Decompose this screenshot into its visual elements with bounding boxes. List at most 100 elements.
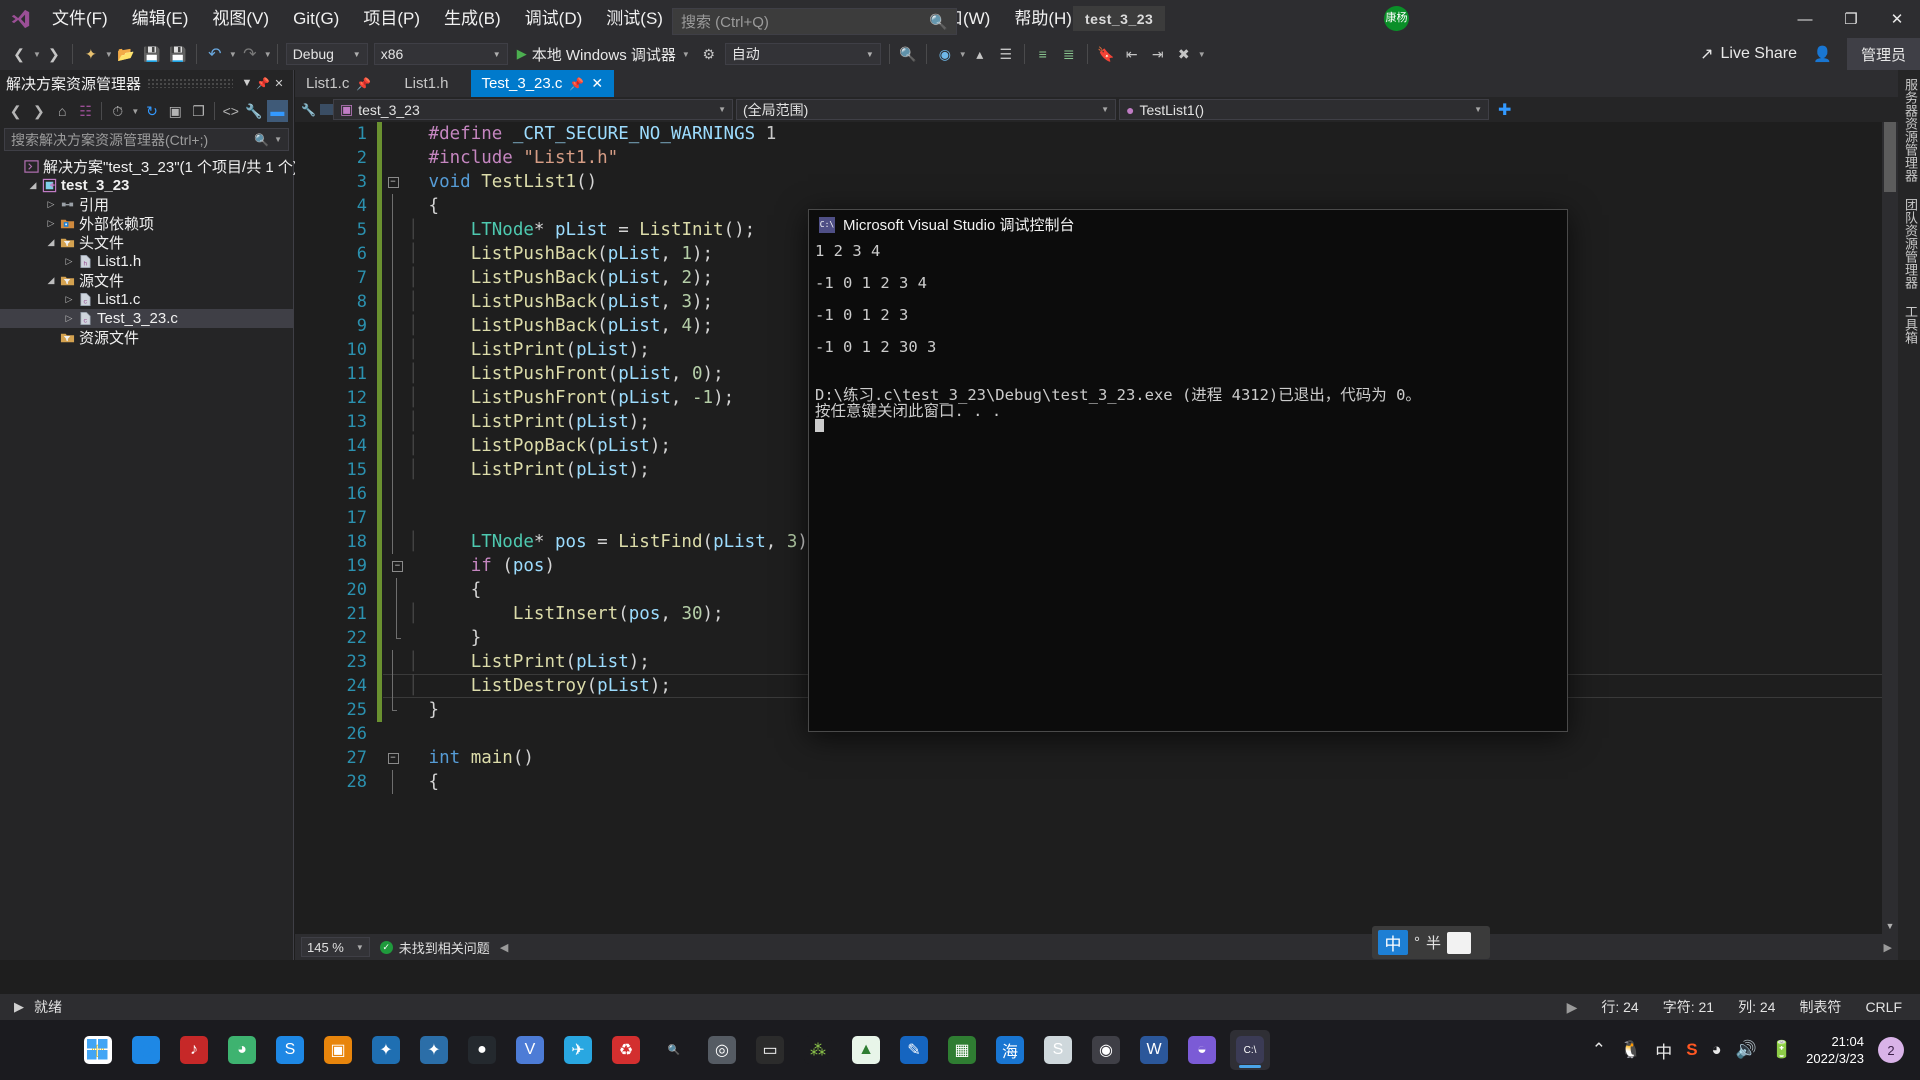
zoom-level-combo[interactable]: 145 % ▼ [301,937,370,957]
menu-file[interactable]: 文件(F) [40,0,120,38]
forward-arrow-icon[interactable]: ❯ [28,100,49,122]
terminal-icon[interactable]: ▭ [750,1030,790,1070]
windows-start-icon[interactable] [78,1030,118,1070]
nav-scope-combo[interactable]: (全局范围) ▼ [736,99,1116,120]
fold-collapse-icon[interactable]: − [387,176,399,188]
ime-floating-bar[interactable]: 中 ° 半 [1372,926,1490,959]
fold-margin[interactable] [382,242,404,266]
pin-icon[interactable]: 📌 [356,77,371,91]
fold-margin[interactable]: − [382,554,404,578]
fold-margin[interactable] [382,122,404,146]
fold-margin[interactable] [382,722,404,746]
fold-margin[interactable] [382,266,404,290]
vscode-icon[interactable]: ✦ [366,1030,406,1070]
telegram-icon[interactable]: ✈ [558,1030,598,1070]
fold-margin[interactable] [382,362,404,386]
chevron-collapsed-icon[interactable]: ▷ [44,218,58,229]
breakpoint-gutter[interactable] [295,314,313,338]
volume-icon[interactable]: 🔊 [1736,1040,1757,1060]
back-arrow-icon[interactable]: ❮ [5,100,26,122]
breakpoint-gutter[interactable] [295,146,313,170]
code-line-1[interactable]: 1 #define _CRT_SECURE_NO_WARNINGS 1 [295,122,1898,146]
fold-margin[interactable] [382,482,404,506]
notification-badge[interactable]: 2 [1878,1037,1904,1063]
typora-icon[interactable]: V [510,1030,550,1070]
tree-editor-icon[interactable]: ⁂ [798,1030,838,1070]
breakpoint-gutter[interactable] [295,218,313,242]
fold-margin[interactable] [382,578,404,602]
tree-item-test_3_23.c[interactable]: ▷ c Test_3_23.c [0,309,293,328]
global-search-box[interactable]: 搜索 (Ctrl+Q) 🔍 [672,8,957,35]
tab-list1-c[interactable]: List1.c 📌 [295,70,383,97]
chevron-down-icon[interactable]: ▼ [239,77,255,89]
fold-margin[interactable] [382,698,404,722]
hscroll-right-icon[interactable]: ▶ [1884,941,1892,954]
qq-penguin-icon[interactable]: 🐧 [1620,1040,1641,1060]
minimize-button[interactable]: — [1782,0,1828,38]
scrollbar-thumb[interactable] [1884,122,1896,192]
fold-margin[interactable] [382,674,404,698]
close-icon[interactable]: ✕ [591,75,603,92]
recycle-icon[interactable]: ♻ [606,1030,646,1070]
fold-collapse-icon[interactable]: − [387,752,399,764]
breakpoint-gutter[interactable] [295,266,313,290]
snipaste-icon[interactable]: S [1038,1030,1078,1070]
status-tabmode[interactable]: 制表符 [1799,997,1841,1017]
toolbar-overflow-icon[interactable]: ▼ [1198,50,1206,59]
fold-margin[interactable] [382,410,404,434]
maximize-button[interactable]: ❐ [1828,0,1874,38]
code-line-28[interactable]: 28 { [295,770,1898,794]
uncomment-icon[interactable]: ≣ [1057,42,1081,66]
menu-build[interactable]: 生成(B) [432,0,513,38]
preview-icon[interactable]: ▬ [266,100,288,122]
clear-bookmark-icon[interactable]: ✖ [1172,42,1196,66]
breakpoint-gutter[interactable] [295,746,313,770]
tree-item-list1.h[interactable]: ▷ h List1.h [0,252,293,271]
breakpoint-gutter[interactable] [295,722,313,746]
pin-icon[interactable]: 📌 [255,77,271,90]
code-line-27[interactable]: 27 − int main() [295,746,1898,770]
menu-view[interactable]: 视图(V) [200,0,281,38]
fold-margin[interactable] [382,146,404,170]
fold-margin[interactable] [382,338,404,362]
indent-icon[interactable]: ☰ [994,42,1018,66]
new-item-dropdown-icon[interactable]: ▼ [105,50,113,59]
pending-dropdown-icon[interactable]: ▼ [131,107,139,116]
scroll-down-icon[interactable]: ▼ [1882,918,1898,934]
search-tool-icon[interactable]: 🔍 [654,1030,694,1070]
editor-vertical-scrollbar[interactable]: ▲ ▼ [1882,122,1898,934]
debug-auto-combo[interactable]: 自动 ▼ [724,43,881,65]
breakpoint-gutter[interactable] [295,626,313,650]
breakpoint-gutter[interactable] [295,410,313,434]
solution-icon[interactable]: ☷ [75,100,96,122]
tab-list1-h[interactable]: List1.h [382,70,471,97]
debug-console-window[interactable]: C:\ Microsoft Visual Studio 调试控制台 1 2 3 … [808,209,1568,732]
fold-margin[interactable]: − [382,170,404,194]
baidu-icon[interactable]: 海 [990,1030,1030,1070]
tree-item--[interactable]: ◢ 头文件 [0,233,293,252]
fold-margin[interactable] [382,434,404,458]
vs-console-icon[interactable]: C:\ [1230,1030,1270,1070]
breakpoint-gutter[interactable] [295,170,313,194]
person-share-icon[interactable]: 👤 [1813,38,1832,70]
menu-debug[interactable]: 调试(D) [513,0,595,38]
breakpoint-gutter[interactable] [295,482,313,506]
chevron-expanded-icon[interactable]: ◢ [44,275,58,286]
ime-halfwidth-button[interactable]: 半 [1426,932,1441,953]
fold-margin[interactable] [382,458,404,482]
camera-icon[interactable]: ◎ [702,1030,742,1070]
breakpoint-gutter[interactable] [295,242,313,266]
breakpoint-gutter[interactable] [295,362,313,386]
undo-icon[interactable]: ↶ [203,42,227,66]
fold-margin[interactable] [382,530,404,554]
back-arrow-icon[interactable]: ❮ [7,42,31,66]
battery-icon[interactable]: 🔋 [1771,1040,1792,1060]
fold-margin[interactable] [382,602,404,626]
menu-test[interactable]: 测试(S) [594,0,675,38]
split-window-icon[interactable] [319,104,333,115]
breakpoint-gutter[interactable] [295,338,313,362]
tree-item--[interactable]: ◢ 源文件 [0,271,293,290]
fold-margin[interactable] [382,386,404,410]
tab-test-3-23-c[interactable]: Test_3_23.c 📌 ✕ [470,70,615,97]
refresh-icon[interactable]: ↻ [141,100,162,122]
